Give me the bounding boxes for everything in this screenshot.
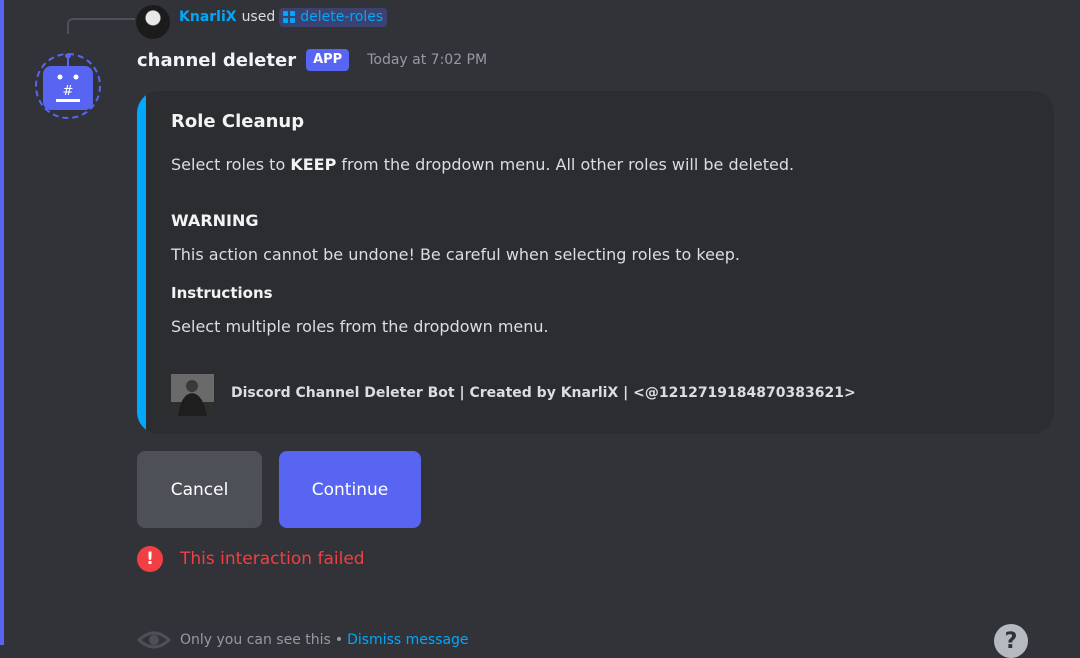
footer-image [171,374,214,416]
warning-heading: WARNING [171,211,259,230]
message-header: channel deleter APP Today at 7:02 PM [137,46,487,74]
embed-description: Select roles to KEEP from the dropdown m… [171,155,794,174]
bot-avatar[interactable]: # [35,53,101,119]
interaction-failed-notice: ! This interaction failed [137,545,365,573]
message-highlight-bar [0,0,4,645]
interaction-failed-text: This interaction failed [180,549,365,569]
ephemeral-notice: Only you can see this • Dismiss message [137,628,469,652]
embed-desc-before: Select roles to [171,155,291,174]
help-icon[interactable]: ? [994,624,1028,658]
robot-icon: # [43,54,93,110]
reply-used-label: used [241,9,276,25]
embed-card: Role Cleanup Select roles to KEEP from t… [137,91,1054,434]
embed-title: Role Cleanup [171,111,305,132]
reply-context: KnarliX used delete-roles [179,6,388,28]
instructions-text: Select multiple roles from the dropdown … [171,317,549,336]
reply-user-avatar[interactable] [136,5,170,39]
reply-username[interactable]: KnarliX [179,9,237,25]
cancel-button[interactable]: Cancel [137,451,262,528]
instructions-heading: Instructions [171,284,273,302]
ephemeral-separator: • [334,632,344,648]
eye-icon [137,631,171,649]
warning-text: This action cannot be undone! Be careful… [171,245,740,264]
message-timestamp[interactable]: Today at 7:02 PM [367,52,487,68]
alert-icon: ! [137,546,163,572]
command-mention[interactable]: delete-roles [279,7,388,27]
embed-color-bar [137,91,146,434]
dismiss-message-link[interactable]: Dismiss message [347,632,468,648]
embed-footer-text: Discord Channel Deleter Bot | Created by… [231,385,856,401]
command-name: delete-roles [300,8,384,25]
ephemeral-text: Only you can see this [180,632,331,648]
embed-desc-after: from the dropdown menu. All other roles … [336,155,795,174]
reply-connector [67,18,135,34]
bot-name[interactable]: channel deleter [137,50,296,71]
svg-text:#: # [63,84,74,99]
embed-desc-bold: KEEP [290,155,337,174]
grid-icon [282,10,296,24]
app-badge: APP [306,49,350,71]
continue-button[interactable]: Continue [279,451,421,528]
